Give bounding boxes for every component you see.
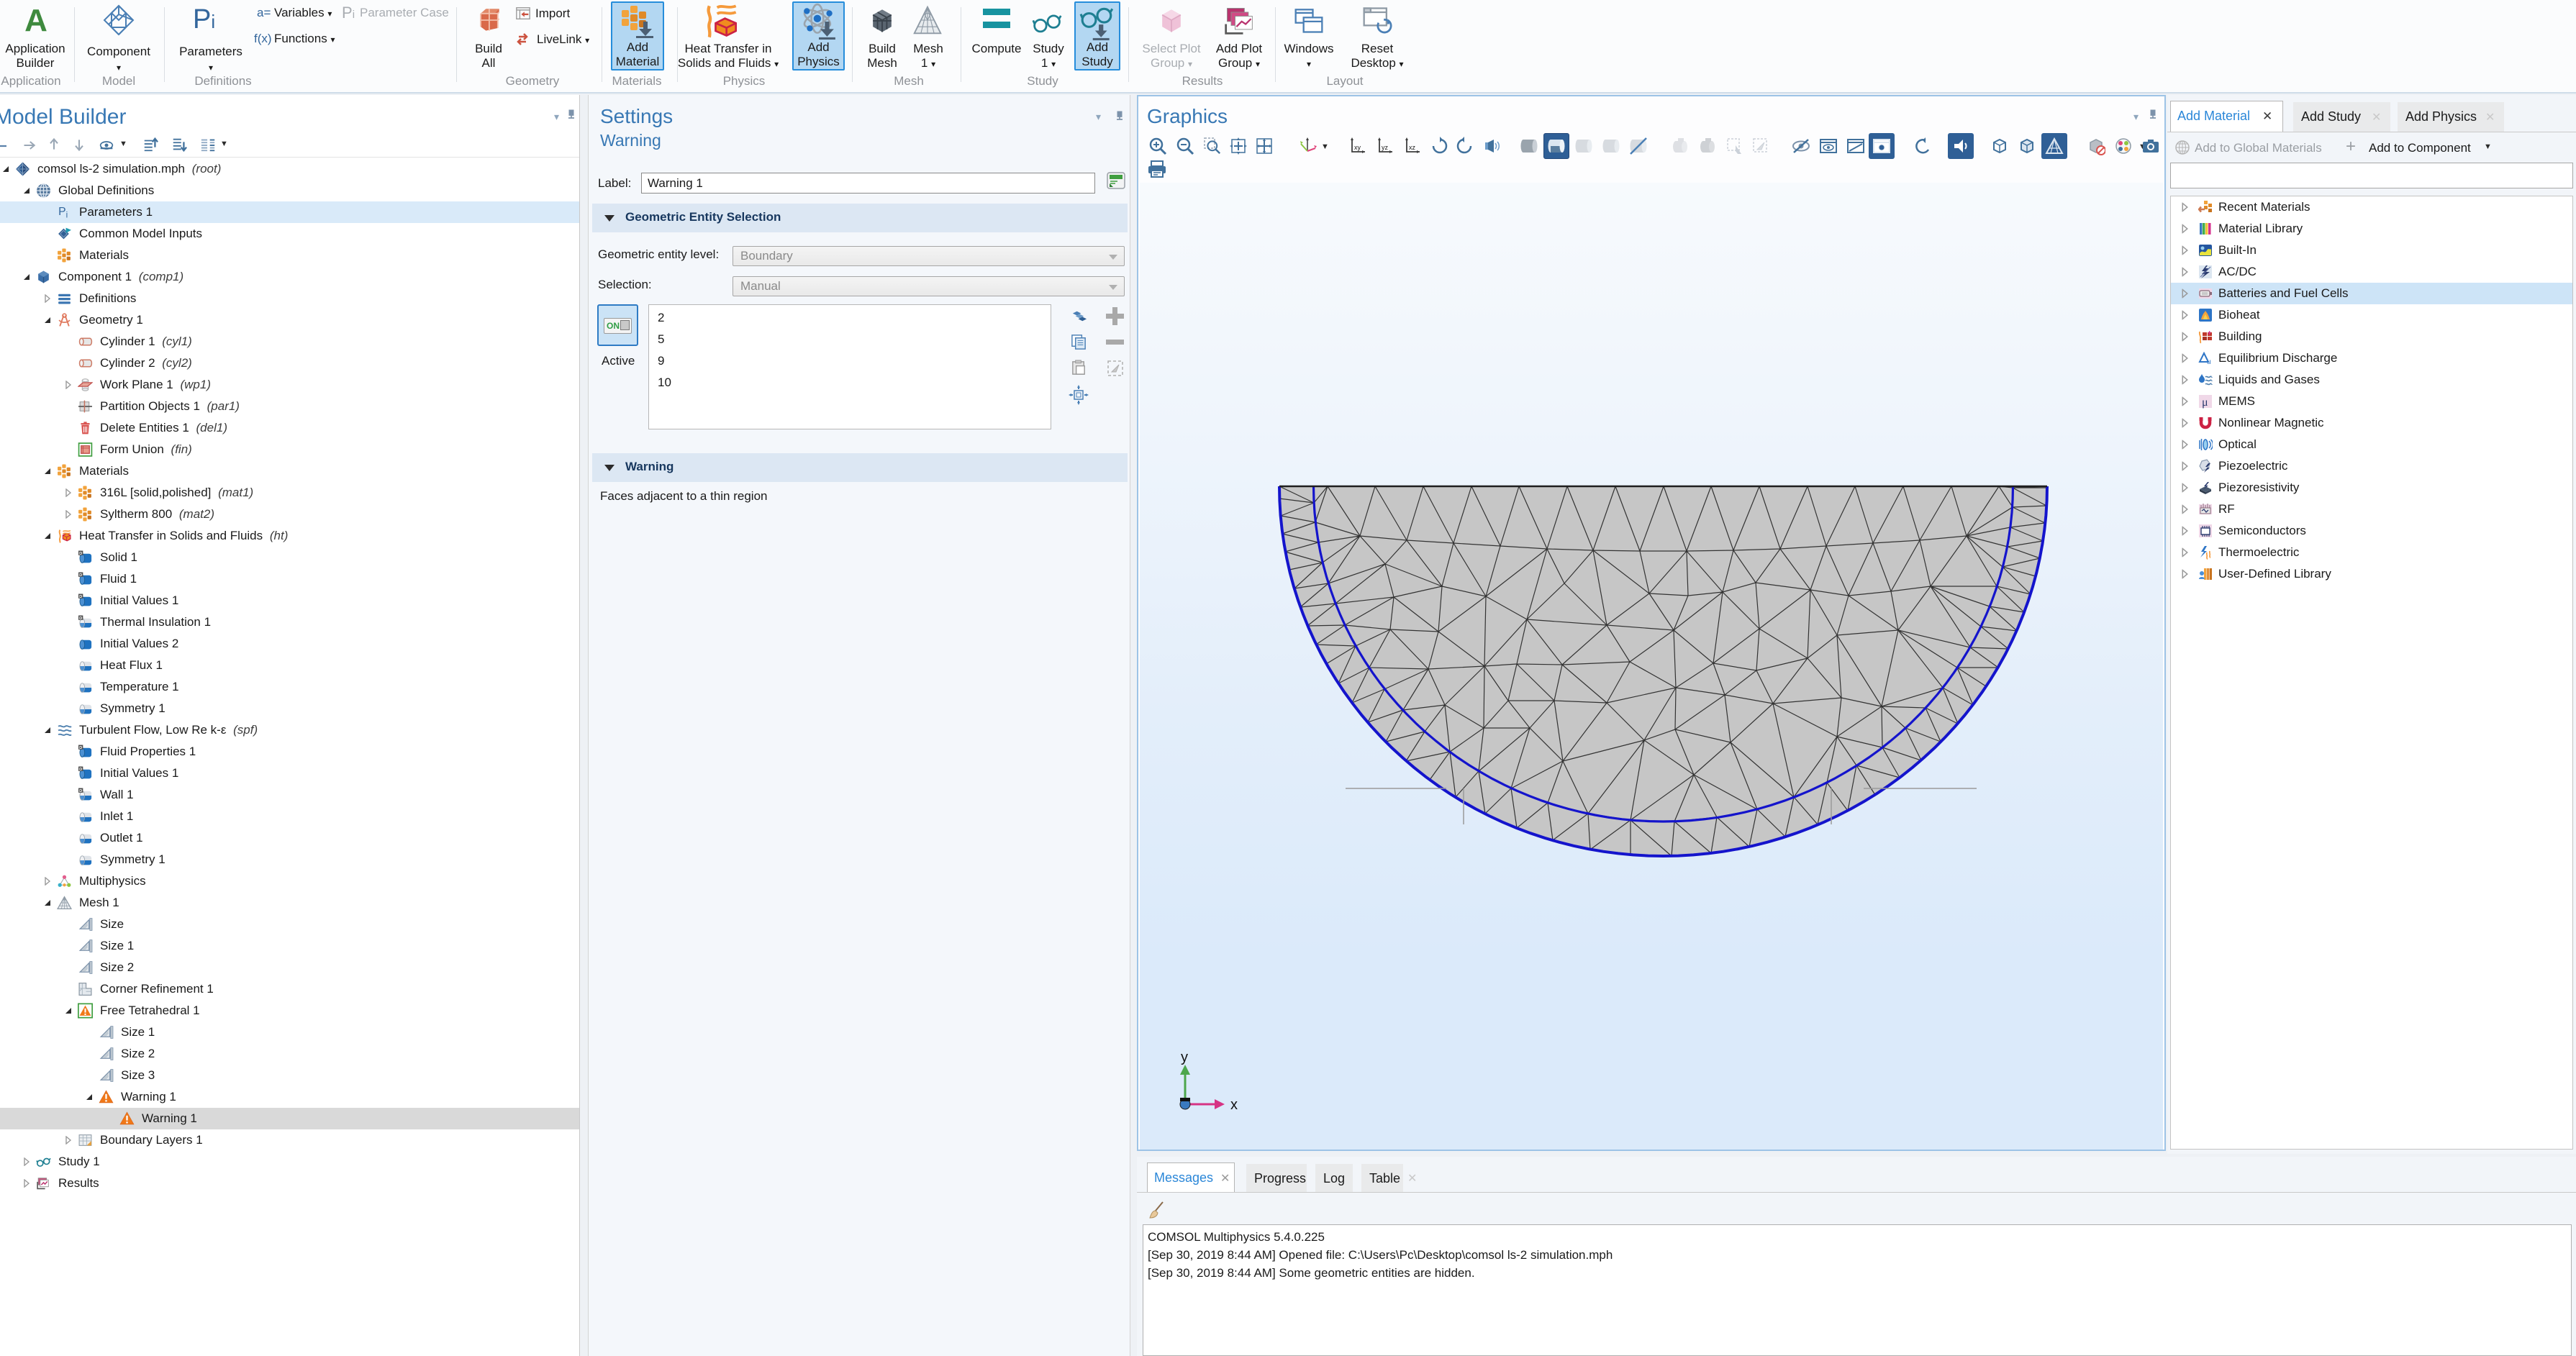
- svg-text:μ: μ: [2202, 396, 2208, 409]
- svg-text:x: x: [1230, 1097, 1238, 1113]
- svg-text:D: D: [79, 595, 82, 599]
- svg-text:D: D: [79, 789, 82, 793]
- svg-text:y: y: [1181, 1050, 1188, 1065]
- svg-text:D: D: [79, 552, 82, 556]
- svg-text:u: u: [2207, 358, 2211, 365]
- svg-text:P: P: [58, 206, 66, 218]
- svg-text:D: D: [79, 746, 82, 750]
- svg-text:D: D: [79, 768, 82, 772]
- svg-text:D: D: [79, 616, 82, 621]
- svg-text:D: D: [79, 573, 82, 578]
- svg-text:i: i: [66, 211, 68, 219]
